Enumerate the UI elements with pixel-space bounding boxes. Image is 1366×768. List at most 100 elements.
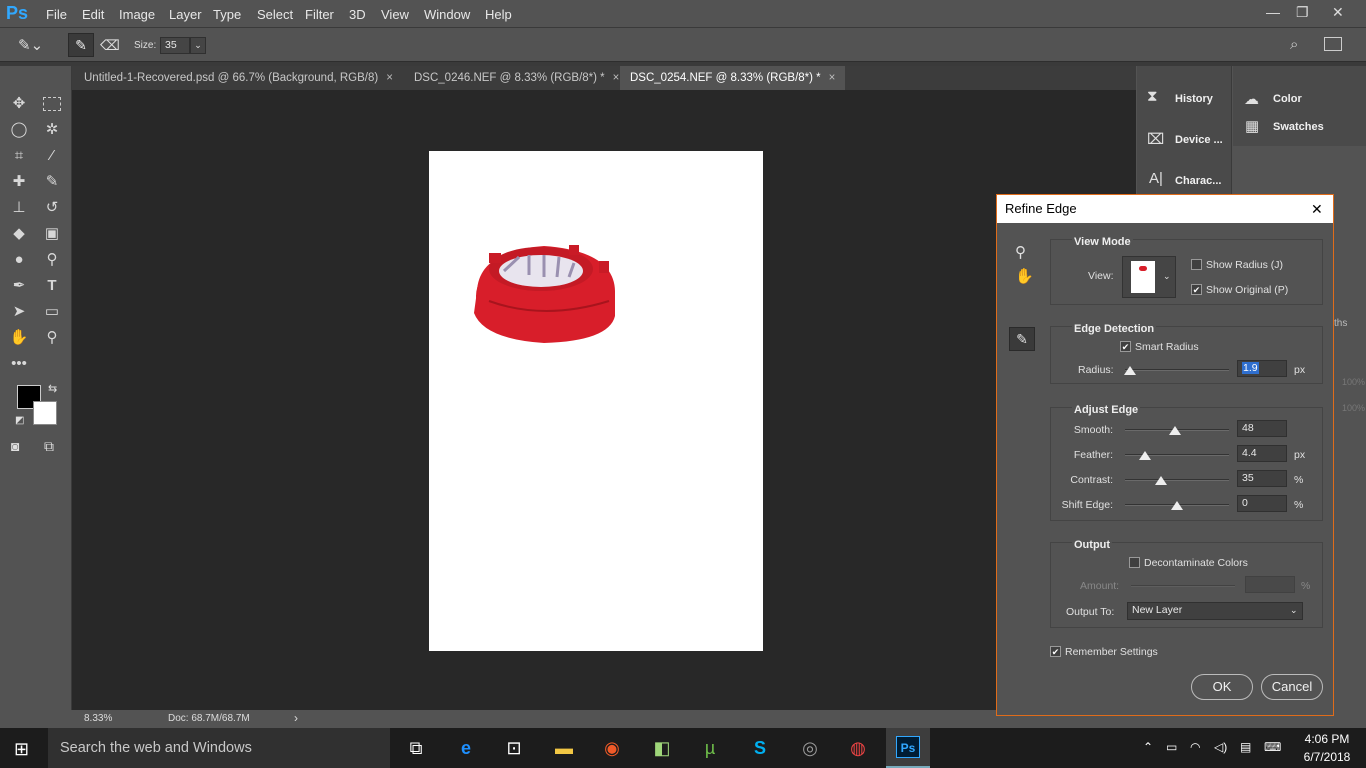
panel-history[interactable]: History	[1175, 93, 1213, 105]
file-explorer-icon[interactable]: ▬	[552, 736, 576, 760]
shift-edge-slider[interactable]	[1125, 501, 1229, 510]
feather-input[interactable]: 4.4	[1237, 445, 1287, 462]
close-dialog-icon[interactable]: ✕	[1311, 195, 1323, 223]
menu-layer[interactable]: Layer	[169, 7, 202, 22]
magic-wand-icon[interactable]: ✲	[40, 119, 64, 141]
zoom-tool-icon[interactable]: ⚲	[40, 327, 64, 349]
menu-file[interactable]: File	[46, 7, 67, 22]
shift-edge-slider-thumb[interactable]	[1171, 501, 1183, 510]
cancel-button[interactable]: Cancel	[1261, 674, 1323, 700]
decontaminate-checkbox[interactable]	[1129, 557, 1140, 568]
ok-button[interactable]: OK	[1191, 674, 1253, 700]
shape-tool-icon[interactable]: ▭	[40, 301, 64, 323]
history-icon[interactable]: ⧗	[1147, 88, 1158, 105]
close-tab-icon[interactable]: ×	[613, 72, 620, 84]
tray-chevron-icon[interactable]: ⌃	[1143, 740, 1153, 754]
firefox-icon[interactable]: ◉	[600, 736, 624, 760]
swatches-icon[interactable]: ▦	[1245, 117, 1259, 135]
skype-icon[interactable]: S	[748, 736, 772, 760]
battery-icon[interactable]: ▭	[1166, 740, 1177, 754]
default-colors-icon[interactable]: ◩	[15, 415, 24, 426]
menu-window[interactable]: Window	[424, 7, 470, 22]
path-selection-icon[interactable]: ➤	[7, 301, 31, 323]
eyedropper-icon[interactable]: ⁄	[40, 145, 64, 167]
keyboard-icon[interactable]: ⌨	[1264, 740, 1281, 754]
menu-edit[interactable]: Edit	[82, 7, 104, 22]
edge-browser-icon[interactable]: e	[454, 736, 478, 760]
store-icon[interactable]: ⊡	[502, 736, 526, 760]
volume-icon[interactable]: ◁)	[1214, 740, 1227, 754]
task-view-icon[interactable]: ⧉	[404, 736, 428, 760]
healing-brush-icon[interactable]: ✚	[7, 171, 31, 193]
menu-select[interactable]: Select	[257, 7, 293, 22]
close-tab-icon[interactable]: ×	[829, 72, 836, 84]
history-brush-icon[interactable]: ↺	[40, 197, 64, 219]
more-tools-icon[interactable]: •••	[7, 353, 31, 375]
search-icon[interactable]: ⌕	[1290, 36, 1298, 53]
tab-dsc-0246[interactable]: DSC_0246.NEF @ 8.33% (RGB/8*) * ×	[404, 66, 629, 90]
screen-mode-icon[interactable]: ⧉	[44, 438, 54, 455]
gradient-tool-icon[interactable]: ▣	[40, 223, 64, 245]
status-menu-icon[interactable]: ›	[294, 711, 298, 725]
contrast-slider[interactable]	[1125, 476, 1229, 485]
document-canvas[interactable]	[429, 151, 763, 651]
close-tab-icon[interactable]: ×	[386, 72, 393, 84]
clock-date[interactable]: 6/7/2018	[1302, 750, 1352, 764]
utorrent-icon[interactable]: µ	[698, 736, 722, 760]
pen-tool-icon[interactable]: ✒	[7, 275, 31, 297]
contrast-slider-thumb[interactable]	[1155, 476, 1168, 485]
swap-colors-icon[interactable]: ⇆	[48, 382, 57, 395]
character-icon[interactable]: A|	[1149, 170, 1163, 187]
feather-slider-thumb[interactable]	[1138, 451, 1151, 460]
notifications-icon[interactable]: ▤	[1240, 740, 1251, 754]
shift-edge-input[interactable]: 0	[1237, 495, 1287, 512]
layers-tab-partial[interactable]: ths	[1334, 318, 1347, 329]
stamp-tool-icon[interactable]: ⊥	[7, 197, 31, 219]
refine-radius-tool-icon[interactable]: ✎	[68, 33, 94, 57]
view-mode-dropdown[interactable]: ⌄	[1122, 256, 1176, 298]
size-dropdown-icon[interactable]: ⌄	[190, 37, 206, 54]
output-to-select[interactable]: New Layer ⌄	[1127, 602, 1303, 620]
tab-untitled-recovered[interactable]: Untitled-1-Recovered.psd @ 66.7% (Backgr…	[74, 66, 403, 90]
menu-view[interactable]: View	[381, 7, 409, 22]
feather-slider[interactable]	[1125, 451, 1229, 460]
smart-radius-checkbox[interactable]: ✔	[1120, 341, 1131, 352]
menu-filter[interactable]: Filter	[305, 7, 334, 22]
brush-preset-icon[interactable]: ✎⌄	[18, 36, 43, 54]
background-color-swatch[interactable]	[33, 401, 57, 425]
hand-tool-icon[interactable]: ✋	[7, 327, 31, 349]
move-tool-icon[interactable]: ✥	[7, 93, 31, 115]
folder-icon[interactable]: ◧	[650, 736, 674, 760]
taskbar-search[interactable]: Search the web and Windows	[48, 728, 390, 768]
zoom-level[interactable]: 8.33%	[84, 713, 112, 724]
color-icon[interactable]: ☁	[1244, 90, 1259, 108]
erase-refinements-icon[interactable]: ⌫	[100, 37, 120, 54]
show-original-checkbox[interactable]: ✔	[1191, 284, 1202, 295]
radius-input[interactable]: 1.9	[1237, 360, 1287, 377]
size-input[interactable]: 35	[160, 37, 190, 54]
menu-help[interactable]: Help	[485, 7, 512, 22]
minimize-icon[interactable]: —	[1266, 4, 1280, 20]
restore-icon[interactable]: ❐	[1296, 4, 1309, 21]
smooth-input[interactable]: 48	[1237, 420, 1287, 437]
radius-slider[interactable]	[1124, 366, 1229, 375]
smooth-slider[interactable]	[1125, 426, 1229, 435]
panel-device-preview[interactable]: Device ...	[1175, 134, 1223, 146]
device-preview-icon[interactable]: ⌧	[1147, 130, 1164, 148]
blur-tool-icon[interactable]: ●	[7, 249, 31, 271]
marquee-tool-icon[interactable]	[43, 97, 61, 111]
media-icon[interactable]: ◎	[798, 736, 822, 760]
smooth-slider-thumb[interactable]	[1168, 426, 1181, 435]
zoom-tool-icon[interactable]: ⚲	[1015, 243, 1026, 261]
panel-color[interactable]: Color	[1273, 93, 1302, 105]
quick-mask-icon[interactable]: ◙	[11, 438, 19, 454]
remember-settings-checkbox[interactable]: ✔	[1050, 646, 1061, 657]
crop-tool-icon[interactable]: ⌗	[7, 145, 31, 167]
panel-character[interactable]: Charac...	[1175, 175, 1221, 187]
photoshop-taskbar-button[interactable]: Ps	[886, 728, 930, 768]
workspace-icon[interactable]	[1324, 37, 1342, 51]
hand-tool-icon[interactable]: ✋	[1015, 267, 1034, 285]
menu-type[interactable]: Type	[213, 7, 241, 22]
contrast-input[interactable]: 35	[1237, 470, 1287, 487]
type-tool-icon[interactable]: T	[40, 275, 64, 297]
